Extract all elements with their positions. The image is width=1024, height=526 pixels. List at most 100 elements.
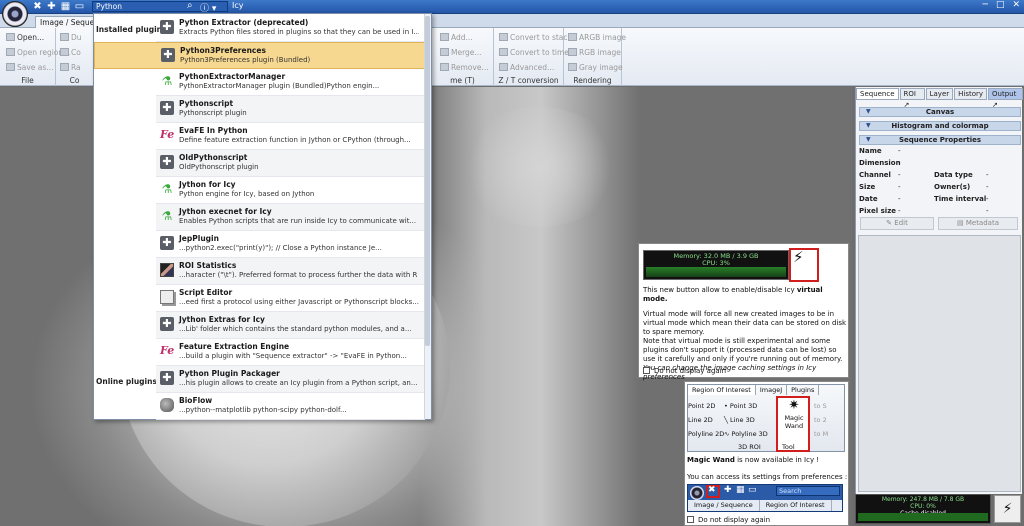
- search-icon[interactable]: ⌕: [187, 0, 193, 11]
- canvas-section[interactable]: ▼ Canvas: [859, 107, 1021, 117]
- prop-size-value: -: [898, 183, 901, 191]
- tab-roi[interactable]: ROI ↗: [899, 88, 925, 109]
- edit-button[interactable]: ✎ Edit: [860, 217, 934, 230]
- argb-icon: [568, 33, 577, 41]
- tools-icon[interactable]: ✖: [32, 1, 43, 12]
- remove-button[interactable]: Remove...: [440, 63, 489, 72]
- maximize-button[interactable]: □: [996, 0, 1005, 10]
- magic-wand-button[interactable]: ✷ Magic Wand: [780, 398, 808, 430]
- prop-time-interval-value: -: [986, 195, 989, 203]
- result-item[interactable]: BioFlow ...python--matplotlib python-sci…: [156, 393, 425, 420]
- result-item[interactable]: Fe Feature Extraction Engine ...build a …: [156, 339, 425, 366]
- close-button[interactable]: ✕: [1012, 0, 1020, 10]
- rendering-group-title: Rendering: [573, 76, 612, 85]
- point-2d-button[interactable]: Point 2D: [688, 399, 724, 413]
- merge-group: Add... Merge... Remove... me (T): [432, 28, 494, 86]
- dropdown-scrollbar[interactable]: [424, 14, 431, 419]
- preferences-icon[interactable]: ✖: [708, 485, 716, 495]
- tab-history[interactable]: History: [954, 88, 988, 100]
- popup2-dont-show[interactable]: Do not display again: [687, 516, 770, 524]
- point-3d-button[interactable]: • Point 3D: [724, 399, 768, 413]
- result-item-selected[interactable]: ✚ Python3Preferences Python3Preferences …: [94, 42, 425, 69]
- metadata-button[interactable]: ▤ Metadata: [938, 217, 1018, 230]
- grid-icon[interactable]: ▦: [736, 485, 745, 495]
- prop-extra-value: -: [986, 207, 989, 215]
- file-group: Open... Open region... Save as... File: [0, 28, 70, 86]
- add-button[interactable]: Add...: [440, 33, 473, 42]
- convert-to-2-button[interactable]: to 2: [814, 413, 828, 427]
- tab-sequence[interactable]: Sequence: [856, 88, 899, 100]
- tab-imagej[interactable]: ImageJ: [756, 385, 788, 395]
- sequence-properties-section[interactable]: ▼ Sequence Properties: [859, 135, 1021, 145]
- tab-roi[interactable]: Region Of Interest: [688, 385, 756, 395]
- convert-icon: [60, 48, 69, 56]
- convert-to-s-button[interactable]: to S: [814, 399, 828, 413]
- checkbox[interactable]: [643, 367, 650, 374]
- result-item[interactable]: ✚ Python Plugin Packager ...his plugin a…: [156, 366, 425, 393]
- inspector-panel: Sequence ROI ↗ Layer History Output ↗ ▼ C…: [855, 87, 1023, 494]
- merge-button[interactable]: Merge...: [440, 48, 482, 57]
- line-3d-button[interactable]: ╲ Line 3D: [724, 413, 768, 427]
- puzzle-icon: ✚: [160, 155, 174, 169]
- search-results-dropdown: Installed plugins Online plugins ✚ Pytho…: [93, 13, 432, 420]
- scrollbar-thumb[interactable]: [425, 16, 430, 346]
- minimize-button[interactable]: ─: [983, 0, 988, 10]
- duplicate-button[interactable]: Du: [60, 33, 82, 42]
- argb-image-button[interactable]: ARGB image: [568, 33, 626, 42]
- gray-image-button[interactable]: Gray image: [568, 63, 623, 72]
- convert-to-time-button[interactable]: Convert to time: [499, 48, 569, 57]
- memory-monitor-widget[interactable]: Memory: 247.8 MB / 7.8 GB CPU: 0% Cache …: [855, 494, 991, 524]
- virtual-mode-icon[interactable]: ⚡: [793, 250, 804, 265]
- convert-button[interactable]: Co: [60, 48, 81, 57]
- window-icon[interactable]: ▭: [748, 485, 757, 495]
- histogram-section[interactable]: ▼ Histogram and colormap: [859, 121, 1021, 131]
- polyline-3d-button[interactable]: ∿ Polyline 3D: [724, 427, 768, 441]
- result-item[interactable]: ✚ Python Extractor (deprecated) Extracts…: [156, 15, 425, 42]
- checkbox[interactable]: [687, 516, 694, 523]
- mini-tab-roi[interactable]: Region Of Interest: [760, 500, 832, 511]
- result-item[interactable]: ⚗ Jython for Icy Python engine for Icy, …: [156, 177, 425, 204]
- prop-data-type-value: -: [986, 171, 989, 179]
- popup1-dont-show[interactable]: Do not display again: [643, 367, 726, 376]
- memory-graph: [646, 267, 786, 277]
- advanced-icon: [499, 63, 508, 71]
- convert-to-m-button[interactable]: to M: [814, 427, 828, 441]
- result-item[interactable]: ROI Statistics ...haracter ("\t"). Prefe…: [156, 258, 425, 285]
- co-group-title: Co: [69, 76, 80, 85]
- rasterize-button[interactable]: Ra: [60, 63, 81, 72]
- result-item[interactable]: ✚ OldPythonscript OldPythonscript plugin: [156, 150, 425, 177]
- tab-plugins[interactable]: Plugins: [787, 385, 820, 395]
- window-icon[interactable]: ▭: [74, 1, 85, 12]
- memory-monitor: Memory: 32.0 MB / 3.9 GB CPU: 3%: [643, 250, 789, 280]
- rgb-image-button[interactable]: RGB image: [568, 48, 621, 57]
- tab-layer[interactable]: Layer: [925, 88, 954, 100]
- save-icon: [6, 63, 15, 71]
- result-item[interactable]: Script Editor ...eed first a protocol us…: [156, 285, 425, 312]
- plugin-icon[interactable]: ✚: [724, 485, 732, 495]
- tab-output[interactable]: Output ↗: [988, 88, 1023, 109]
- save-as-button[interactable]: Save as...: [6, 63, 53, 72]
- polyline-2d-button[interactable]: Polyline 2D: [688, 427, 724, 441]
- mini-search-input[interactable]: Search: [776, 486, 840, 496]
- icy-logo[interactable]: [2, 1, 28, 27]
- convert-to-stack-button[interactable]: Convert to stack: [499, 33, 572, 42]
- result-item[interactable]: ⚗ PythonExtractorManager PythonExtractor…: [156, 69, 425, 96]
- mini-ribbon: Region Of Interest ImageJ Plugins Point …: [687, 384, 845, 452]
- fe-icon: Fe: [160, 128, 175, 141]
- line-2d-button[interactable]: Line 2D: [688, 413, 724, 427]
- puzzle-icon: ✚: [160, 101, 174, 115]
- result-item[interactable]: ✚ JepPlugin ...python2.exec("print(y)");…: [156, 231, 425, 258]
- puzzle-icon: ✚: [160, 20, 174, 34]
- virtual-mode-icon[interactable]: ⚡: [994, 495, 1021, 523]
- prop-dimension-label: Dimension: [859, 159, 901, 167]
- result-item[interactable]: ✚ Jython Extras for Icy ...Lib' folder w…: [156, 312, 425, 339]
- result-item[interactable]: ⚗ Jython execnet for Icy Enables Python …: [156, 204, 425, 231]
- result-item[interactable]: Fe EvaFE In Python Define feature extrac…: [156, 123, 425, 150]
- result-item[interactable]: ✚ Pythonscript Pythonscript plugin: [156, 96, 425, 123]
- advanced-button[interactable]: Advanced...: [499, 63, 554, 72]
- open-button[interactable]: Open...: [6, 33, 44, 42]
- plugin-icon[interactable]: ✚: [46, 1, 57, 12]
- grid-icon[interactable]: ▦: [60, 1, 71, 12]
- mini-tab-image-sequence[interactable]: Image / Sequence: [688, 500, 760, 511]
- title-bar: ✖ ✚ ▦ ▭ Python ⌕ ⓘ ▾ Icy ─ □ ✕: [0, 0, 1024, 14]
